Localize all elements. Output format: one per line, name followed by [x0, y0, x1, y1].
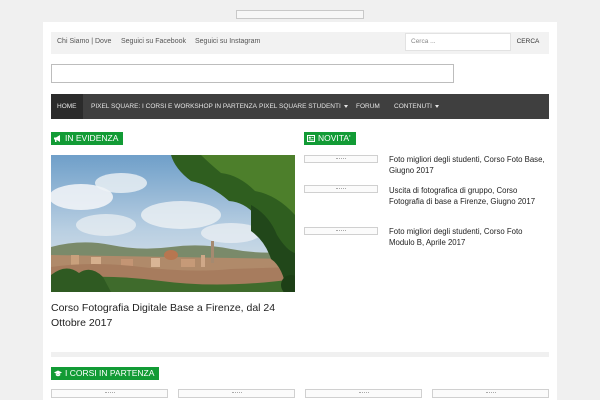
section-title-text: NOVITA' [318, 133, 351, 143]
nav-item-label: PIXEL SQUARE STUDENTI [259, 103, 341, 110]
caret-down-icon [434, 104, 439, 108]
section-title-text: IN EVIDENZA [65, 133, 119, 143]
section-title-courses: I CORSI IN PARTENZA [51, 367, 160, 380]
top-link-chi-siamo[interactable]: Chi Siamo | Dove [57, 38, 111, 45]
nav-item-home[interactable]: HOME [51, 94, 83, 119]
graduation-cap-icon [54, 370, 62, 377]
nav-item-contenuti[interactable]: CONTENUTI [394, 94, 439, 119]
featured-headline[interactable]: Corso Fotografia Digitale Base a Firenze… [51, 301, 299, 331]
section-title-text: I CORSI IN PARTENZA [65, 368, 155, 378]
course-card[interactable] [51, 389, 168, 398]
featured-image[interactable] [51, 155, 295, 292]
main-nav: HOME PIXEL SQUARE: I CORSI E WORKSHOP IN… [51, 94, 549, 119]
section-title-featured: IN EVIDENZA [51, 132, 124, 145]
florence-landscape-photo [51, 155, 295, 292]
nav-item-label: FORUM [356, 103, 380, 110]
top-ad-placeholder [236, 10, 364, 19]
news-thumbnail[interactable] [304, 185, 378, 193]
caret-down-icon [343, 104, 348, 108]
megaphone-icon [54, 135, 60, 142]
course-card[interactable] [178, 389, 295, 398]
nav-item-forum[interactable]: FORUM [356, 94, 380, 119]
page-container: Chi Siamo | Dove Seguici su Facebook Seg… [43, 22, 557, 400]
nav-item-studenti[interactable]: PIXEL SQUARE STUDENTI [259, 94, 348, 119]
news-thumbnail[interactable] [304, 227, 378, 235]
section-title-news: NOVITA' [304, 132, 356, 145]
search-input[interactable]: Cerca ... [405, 33, 511, 51]
course-card[interactable] [305, 389, 422, 398]
top-link-instagram[interactable]: Seguici su Instagram [195, 38, 260, 45]
nav-item-corsi-workshop[interactable]: PIXEL SQUARE: I CORSI E WORKSHOP IN PART… [91, 94, 257, 119]
news-thumbnail[interactable] [304, 155, 378, 163]
news-item-title[interactable]: Foto migliori degli studenti, Corso Foto… [389, 154, 547, 176]
nav-item-label: PIXEL SQUARE: I CORSI E WORKSHOP IN PART… [91, 103, 257, 110]
header-banner-placeholder [51, 64, 454, 83]
newspaper-icon [307, 135, 315, 142]
top-link-facebook[interactable]: Seguici su Facebook [121, 38, 186, 45]
course-card[interactable] [432, 389, 549, 398]
search-button[interactable]: CERCA [511, 33, 545, 51]
news-item-title[interactable]: Foto migliori degli studenti, Corso Foto… [389, 226, 547, 248]
news-item-title[interactable]: Uscita di fotografica di gruppo, Corso F… [389, 185, 547, 207]
nav-item-label: CONTENUTI [394, 103, 432, 110]
section-divider [51, 352, 549, 357]
nav-item-label: HOME [57, 103, 77, 110]
